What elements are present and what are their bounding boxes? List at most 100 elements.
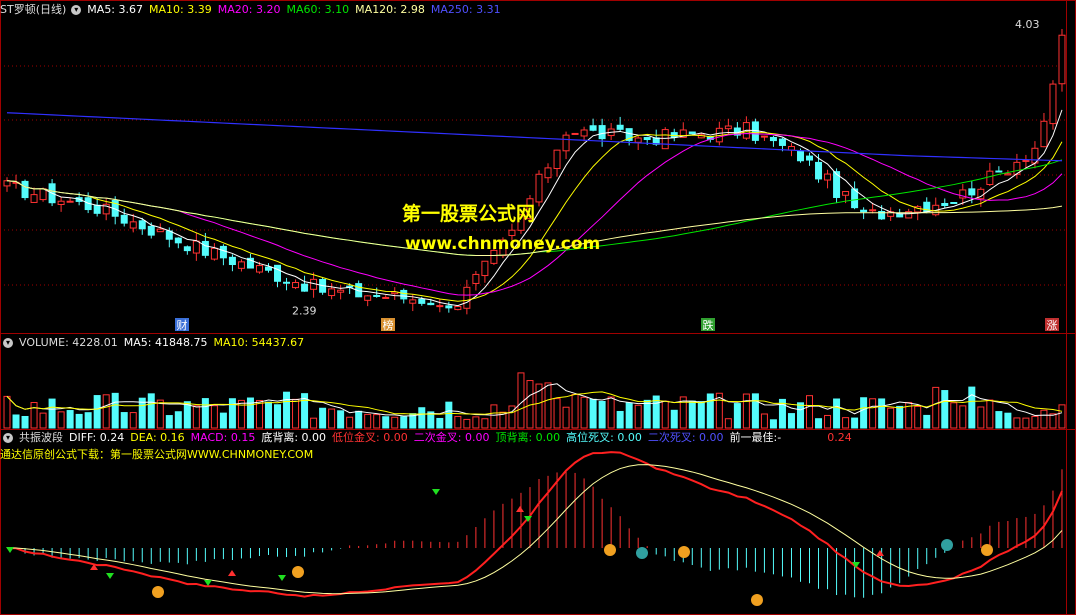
candle-body: [409, 299, 417, 304]
volume-bar: [517, 372, 525, 429]
volume-bar: [84, 412, 92, 429]
volume-bar: [3, 395, 11, 429]
volume-bar: [607, 396, 615, 429]
candle-body: [598, 125, 606, 140]
buy-signal-icon: [981, 544, 993, 556]
volume-bar: [111, 392, 119, 429]
volume-bar: [165, 415, 173, 429]
candle-body: [950, 202, 958, 205]
volume-bar: [751, 393, 759, 429]
volume-bar: [697, 401, 705, 429]
event-label: 涨: [1047, 319, 1058, 332]
volume-bar: [760, 413, 768, 429]
volume-bar: [364, 413, 372, 429]
candle-body: [472, 273, 480, 284]
volume-bar: [562, 406, 570, 429]
volume-bar: [463, 418, 471, 429]
candle-body: [382, 296, 390, 299]
vol-ma5-line: [6, 383, 1063, 417]
down-arrow-icon: [6, 547, 14, 553]
volume-bar: [274, 404, 282, 429]
candle-body: [337, 289, 345, 293]
dbl-value: 底背离: 0.00: [261, 431, 327, 444]
diff-value: DIFF: 0.24: [69, 431, 125, 444]
volume-bar: [102, 394, 110, 429]
ma120-value: MA120: 2.98: [355, 3, 425, 16]
diff-line: [6, 451, 1063, 598]
candle-body: [724, 125, 732, 130]
volume-bar: [643, 399, 651, 429]
price-legend: ST罗顿(日线) ▾ MA5: 3.67 MA10: 3.39 MA20: 3.20 MA…: [0, 2, 507, 17]
ma5-value: MA5: 3.67: [87, 3, 144, 16]
volume-bar: [589, 398, 597, 429]
low-label: 2.39: [292, 305, 317, 318]
candle-body: [1022, 159, 1030, 162]
indicator-settings-icon[interactable]: ▾: [3, 433, 13, 443]
volume-bar: [724, 418, 732, 429]
candle-body: [436, 305, 444, 308]
volume-bar: [688, 400, 696, 429]
volume-bar: [472, 416, 480, 429]
volume-bar: [400, 416, 408, 429]
event-label: 跌: [703, 318, 714, 332]
candle-body: [255, 265, 263, 273]
volume-bar: [869, 398, 877, 429]
candle-body: [634, 137, 642, 143]
candle-body: [815, 161, 823, 180]
volume-bar: [625, 402, 633, 429]
candle-body: [174, 237, 182, 244]
stock-chart[interactable]: 4.03 2.39 财 榜 跌 涨: [0, 0, 1076, 615]
dea-line: [6, 464, 1063, 595]
candle-body: [968, 188, 976, 196]
dbl2-value: 顶背离: 0.00: [495, 431, 561, 444]
volume-bar: [977, 406, 985, 429]
volume-bar: [851, 417, 859, 429]
volume-bar: [39, 412, 47, 429]
volume-bar: [283, 391, 291, 429]
volume-bar: [706, 393, 714, 429]
volume-bar: [1040, 409, 1048, 429]
event-label: 榜: [383, 318, 394, 332]
volume-bar: [580, 396, 588, 429]
volume-bar: [75, 413, 83, 429]
volume-bar: [598, 400, 606, 429]
volume-bar: [418, 407, 426, 429]
candle-body: [1040, 120, 1048, 148]
candle-body: [454, 306, 462, 311]
volume-settings-icon[interactable]: ▾: [3, 338, 13, 348]
volume-bar: [616, 410, 624, 429]
volume-bar: [346, 416, 354, 429]
indicator-name: 共振波段: [19, 431, 63, 444]
down-arrow-icon: [432, 489, 440, 495]
volume-bar: [959, 405, 967, 429]
volume-bar: [255, 399, 263, 429]
up-arrow-icon: [876, 550, 884, 556]
event-label: 财: [177, 318, 188, 332]
volume-bar: [228, 398, 236, 429]
candle-body: [481, 260, 489, 277]
settings-icon[interactable]: ▾: [71, 5, 82, 15]
candle-body: [796, 151, 804, 162]
volume-bar: [210, 405, 218, 429]
down-arrow-icon: [204, 580, 212, 586]
volume-bar: [319, 407, 327, 429]
volume-bar: [670, 409, 678, 429]
volume-bar: [661, 400, 669, 429]
ma60-value: MA60: 3.10: [286, 3, 350, 16]
volume-bar: [382, 416, 390, 429]
candle-body: [824, 173, 832, 181]
candle-body: [21, 180, 29, 199]
candle-body: [427, 302, 435, 306]
candle-body: [210, 247, 218, 260]
volume-bar: [373, 414, 381, 429]
candle-body: [580, 129, 588, 137]
high-label: 4.03: [1015, 18, 1040, 31]
volume-bar: [842, 417, 850, 429]
volume-bar: [1049, 413, 1057, 429]
gwsc-value: 高位死叉: 0.00: [566, 431, 642, 444]
volume-bar: [201, 398, 209, 429]
candle-body: [328, 288, 336, 297]
best-value: 前一最佳:-: [729, 431, 782, 444]
down-arrow-icon: [106, 573, 114, 579]
dwjc-value: 低位金叉: 0.00: [332, 431, 408, 444]
